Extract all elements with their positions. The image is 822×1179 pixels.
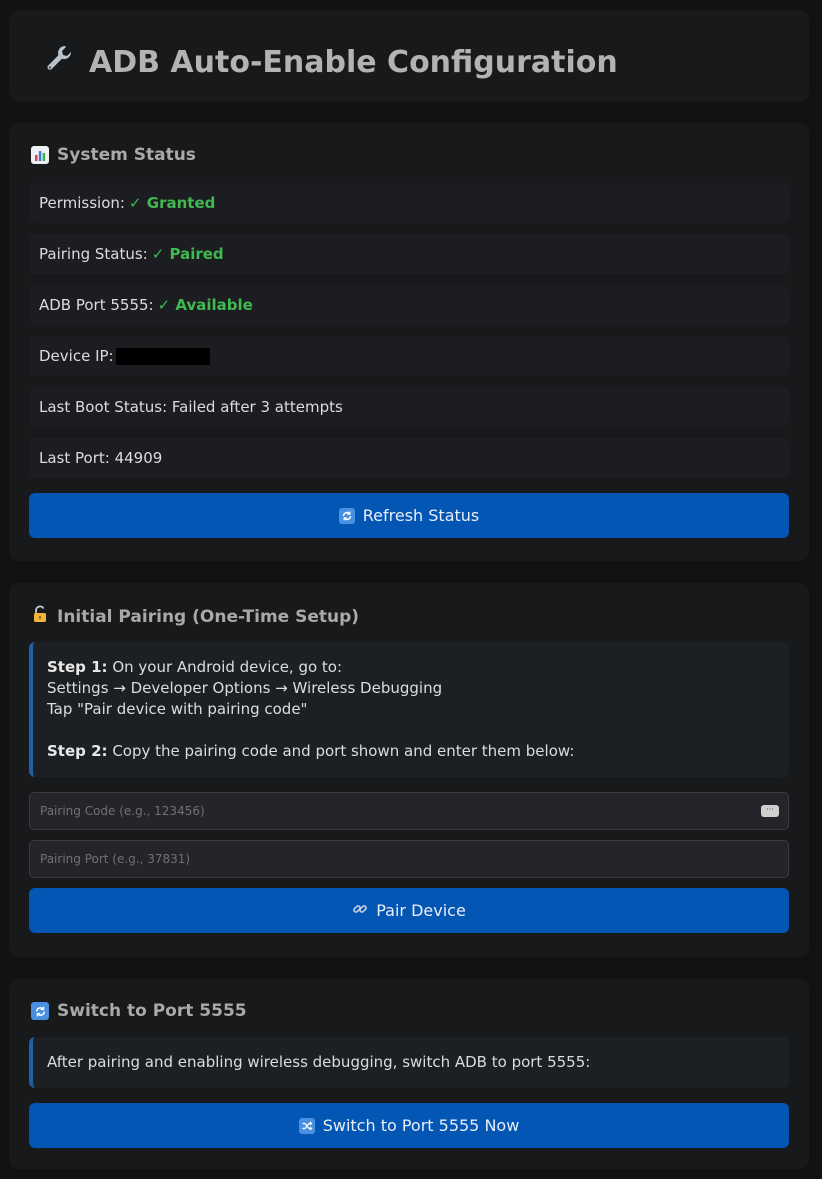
status-row-permission: Permission: ✓ Granted <box>29 183 789 223</box>
status-label: Permission: <box>39 194 125 212</box>
step2-label: Step 2: <box>47 742 108 760</box>
switch-port-info: After pairing and enabling wireless debu… <box>29 1037 789 1088</box>
status-label: Pairing Status: <box>39 245 148 263</box>
step1-path: Settings → Developer Options → Wireless … <box>47 679 443 697</box>
redacted-ip <box>115 347 210 365</box>
status-row-last-port: Last Port: 44909 <box>29 438 789 478</box>
initial-pairing-heading: Initial Pairing (One-Time Setup) <box>31 605 359 628</box>
status-label: ADB Port 5555: <box>39 296 154 314</box>
status-value: ✓ Paired <box>151 245 224 263</box>
lock-icon <box>31 605 49 628</box>
status-label: Last Port: 44909 <box>39 449 163 467</box>
system-status-heading: System Status <box>31 145 196 165</box>
pair-device-button[interactable]: Pair Device <box>29 888 789 933</box>
header-card: ADB Auto-Enable Configuration <box>9 10 809 102</box>
pairing-code-placeholder: Pairing Code (e.g., 123456) <box>40 804 205 818</box>
bar-chart-icon <box>31 146 49 164</box>
switch-port-card: Switch to Port 5555 After pairing and en… <box>9 979 809 1169</box>
refresh-icon <box>31 1002 49 1020</box>
keyboard-icon[interactable]: ··· <box>761 805 779 817</box>
status-row-pairing: Pairing Status: ✓ Paired <box>29 234 789 274</box>
shuffle-icon <box>298 1117 315 1134</box>
status-value: ✓ Available <box>157 296 253 314</box>
switch-port-title: Switch to Port 5555 <box>57 1001 247 1021</box>
step2-line: Step 2: Copy the pairing code and port s… <box>47 741 775 762</box>
pairing-port-input[interactable]: Pairing Port (e.g., 37831) <box>29 840 789 878</box>
step1-text: On your Android device, go to: <box>107 658 343 676</box>
initial-pairing-card: Initial Pairing (One-Time Setup) Step 1:… <box>9 583 809 957</box>
step2-text: Copy the pairing code and port shown and… <box>107 742 575 760</box>
initial-pairing-title: Initial Pairing (One-Time Setup) <box>57 606 360 627</box>
step1-label: Step 1: <box>47 658 108 676</box>
switch-port-heading: Switch to Port 5555 <box>31 1001 247 1021</box>
step1-line: Step 1: On your Android device, go to: <box>47 657 775 678</box>
switch-port-info-text: After pairing and enabling wireless debu… <box>47 1053 591 1071</box>
pairing-code-input[interactable]: Pairing Code (e.g., 123456) ··· <box>29 792 789 830</box>
status-label: Last Boot Status: Failed after 3 attempt… <box>39 398 343 416</box>
refresh-status-button[interactable]: Refresh Status <box>29 493 789 538</box>
status-row-last-boot: Last Boot Status: Failed after 3 attempt… <box>29 387 789 427</box>
step1-tap: Tap "Pair device with pairing code" <box>47 700 308 718</box>
system-status-title: System Status <box>57 145 196 165</box>
switch-port-button-label: Switch to Port 5555 Now <box>322 1116 520 1135</box>
status-row-adb-port: ADB Port 5555: ✓ Available <box>29 285 789 325</box>
refresh-status-label: Refresh Status <box>362 506 480 525</box>
page-title-text: ADB Auto-Enable Configuration <box>89 44 618 80</box>
switch-port-button[interactable]: Switch to Port 5555 Now <box>29 1103 789 1148</box>
system-status-card: System Status Permission: ✓ Granted Pair… <box>9 123 809 561</box>
pairing-instructions: Step 1: On your Android device, go to: S… <box>29 642 789 777</box>
status-value: ✓ Granted <box>128 194 216 212</box>
pair-device-label: Pair Device <box>376 901 466 920</box>
link-icon <box>352 901 368 921</box>
wrench-icon <box>43 42 75 82</box>
pairing-port-placeholder: Pairing Port (e.g., 37831) <box>40 852 191 866</box>
page: ADB Auto-Enable Configuration System Sta… <box>0 0 822 1179</box>
page-title: ADB Auto-Enable Configuration <box>43 42 618 82</box>
status-label: Device IP: <box>39 347 114 365</box>
refresh-icon <box>338 507 355 524</box>
status-row-device-ip: Device IP: <box>29 336 789 376</box>
